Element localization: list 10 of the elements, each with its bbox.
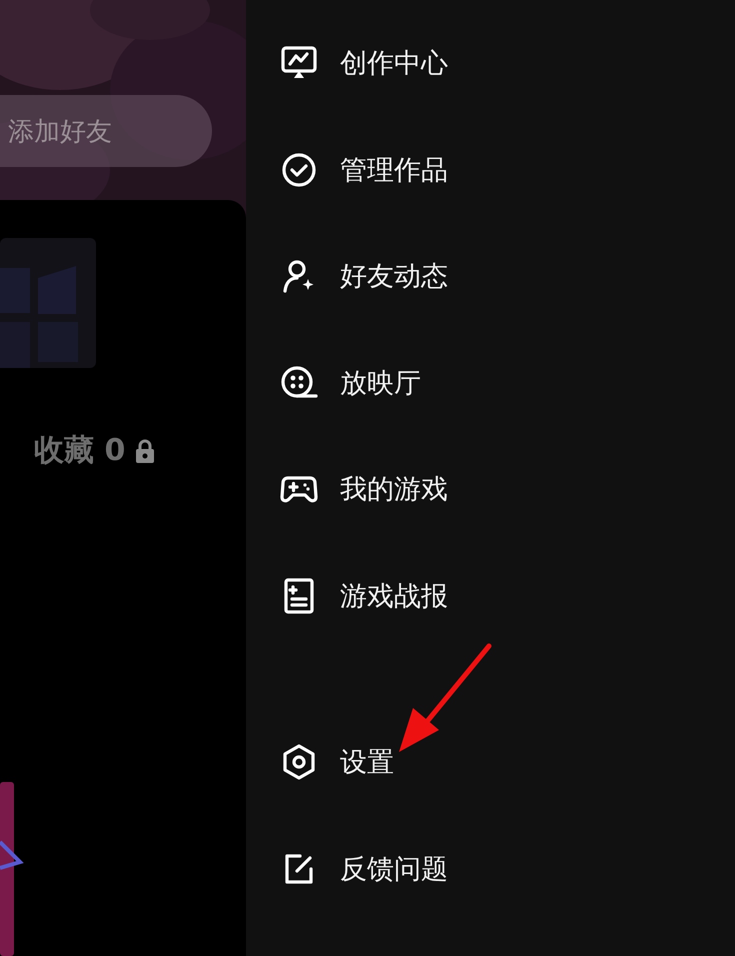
menu-item[interactable]: 放映厅 <box>340 364 421 401</box>
check-circle-icon <box>280 150 318 189</box>
menu-item[interactable]: 反馈问题 <box>340 850 448 887</box>
menu-item[interactable]: 管理作品 <box>340 152 448 188</box>
menu-item[interactable]: 好友动态 <box>340 258 448 294</box>
menu-item[interactable]: 创作中心 <box>340 45 448 82</box>
favorites-count: 收藏 0 <box>34 432 126 470</box>
menu-item[interactable]: 我的游戏 <box>340 471 448 508</box>
menu-item[interactable]: 设置 <box>340 744 394 780</box>
menu-item[interactable]: 游戏战报 <box>340 578 448 614</box>
